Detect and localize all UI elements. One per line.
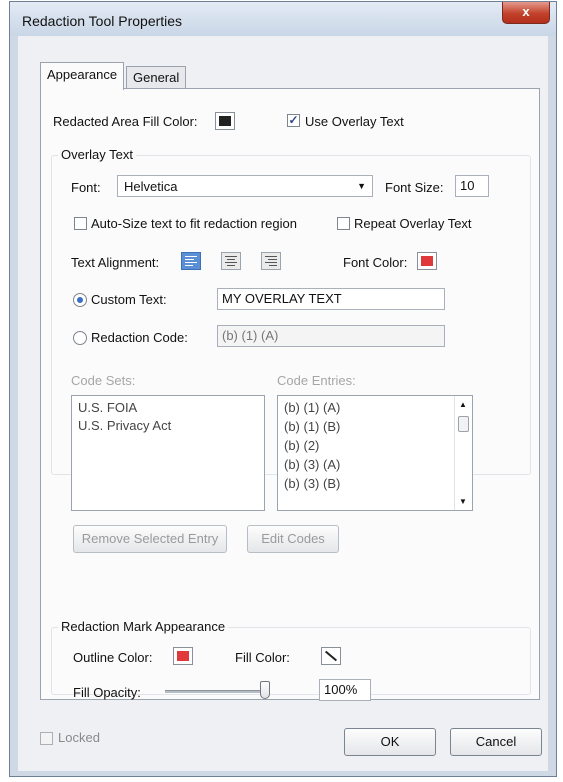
close-button[interactable]: x: [502, 2, 550, 24]
redaction-mark-group-label: Redaction Mark Appearance: [58, 619, 229, 634]
scroll-up-icon[interactable]: ▲: [459, 400, 467, 409]
redaction-code-label: Redaction Code:: [91, 330, 188, 345]
code-entries-label: Code Entries:: [277, 373, 356, 388]
repeat-overlay-checkbox[interactable]: [337, 217, 350, 230]
scroll-down-icon[interactable]: ▼: [459, 497, 467, 506]
radio-selected-dot: [77, 297, 83, 303]
list-item[interactable]: U.S. FOIA: [78, 400, 137, 415]
font-color-swatch[interactable]: [417, 252, 437, 270]
font-color-swatch-inner: [421, 256, 433, 266]
custom-text-field[interactable]: MY OVERLAY TEXT: [217, 288, 445, 310]
appearance-panel: Redacted Area Fill Color: ✓ Use Overlay …: [40, 88, 540, 701]
code-entries-scrollbar[interactable]: ▲ ▼: [454, 396, 472, 510]
fill-opacity-slider-thumb[interactable]: [260, 681, 270, 699]
cancel-button[interactable]: Cancel: [450, 728, 542, 756]
use-overlay-label: Use Overlay Text: [305, 114, 404, 129]
ok-button[interactable]: OK: [344, 728, 436, 756]
remove-entry-button[interactable]: Remove Selected Entry: [73, 525, 227, 553]
dialog-window: Redaction Tool Properties x Appearance G…: [9, 1, 557, 777]
scrollbar-thumb[interactable]: [458, 416, 469, 432]
code-sets-list[interactable]: U.S. FOIA U.S. Privacy Act: [71, 395, 265, 511]
checkmark-icon: ✓: [288, 113, 299, 127]
list-item[interactable]: (b) (3) (A): [284, 457, 340, 472]
fill-opacity-label: Fill Opacity:: [73, 685, 141, 700]
no-fill-icon: [324, 650, 338, 662]
list-item[interactable]: (b) (1) (B): [284, 419, 340, 434]
fill-opacity-field[interactable]: 100%: [319, 679, 371, 701]
align-right-button[interactable]: [261, 252, 281, 270]
redaction-code-field[interactable]: (b) (1) (A): [217, 325, 445, 347]
outline-color-label: Outline Color:: [73, 650, 153, 665]
list-item[interactable]: (b) (2): [284, 438, 319, 453]
fill-color-label: Redacted Area Fill Color:: [53, 114, 198, 129]
tab-general[interactable]: General: [126, 66, 187, 89]
font-label: Font:: [71, 180, 101, 195]
custom-text-radio[interactable]: [73, 293, 87, 307]
redaction-code-radio[interactable]: [73, 331, 87, 345]
outline-color-swatch-inner: [177, 651, 189, 661]
list-item[interactable]: U.S. Privacy Act: [78, 418, 171, 433]
tab-general-label: General: [133, 70, 180, 85]
title-bar[interactable]: Redaction Tool Properties x: [10, 2, 556, 36]
text-alignment-label: Text Alignment:: [71, 255, 160, 270]
font-color-label: Font Color:: [343, 255, 408, 270]
fill-color-2-label: Fill Color:: [235, 650, 290, 665]
align-left-button[interactable]: [181, 252, 201, 270]
align-center-button[interactable]: [221, 252, 241, 270]
custom-text-label: Custom Text:: [91, 292, 167, 307]
font-size-label: Font Size:: [385, 180, 444, 195]
autosize-label: Auto-Size text to fit redaction region: [91, 216, 297, 231]
list-item[interactable]: (b) (3) (B): [284, 476, 340, 491]
fill-color-swatch[interactable]: [215, 112, 235, 130]
chevron-down-icon: ▼: [357, 181, 366, 191]
outline-color-swatch[interactable]: [173, 647, 193, 665]
code-entries-list[interactable]: (b) (1) (A) (b) (1) (B) (b) (2) (b) (3) …: [277, 395, 473, 511]
font-select-value: Helvetica: [124, 179, 178, 194]
repeat-overlay-label: Repeat Overlay Text: [354, 216, 472, 231]
fill-color-swatch-inner: [219, 116, 231, 126]
list-item[interactable]: (b) (1) (A): [284, 400, 340, 415]
close-icon: x: [522, 4, 530, 19]
locked-label: Locked: [58, 730, 100, 745]
window-title: Redaction Tool Properties: [22, 13, 183, 29]
font-size-field[interactable]: 10: [455, 175, 489, 197]
use-overlay-checkbox[interactable]: ✓: [287, 114, 300, 127]
tab-appearance-label: Appearance: [47, 67, 118, 82]
font-select[interactable]: Helvetica ▼: [117, 175, 373, 197]
fill-color-none-swatch[interactable]: [321, 647, 341, 665]
overlay-text-group-label: Overlay Text: [58, 147, 137, 162]
tab-appearance[interactable]: Appearance: [40, 62, 125, 90]
locked-checkbox[interactable]: [40, 732, 53, 745]
dialog-client: Appearance General Redacted Area Fill Co…: [18, 36, 548, 771]
edit-codes-button[interactable]: Edit Codes: [247, 525, 339, 553]
fill-opacity-slider-track[interactable]: [165, 690, 265, 693]
autosize-checkbox[interactable]: [74, 217, 87, 230]
code-sets-label: Code Sets:: [71, 373, 136, 388]
